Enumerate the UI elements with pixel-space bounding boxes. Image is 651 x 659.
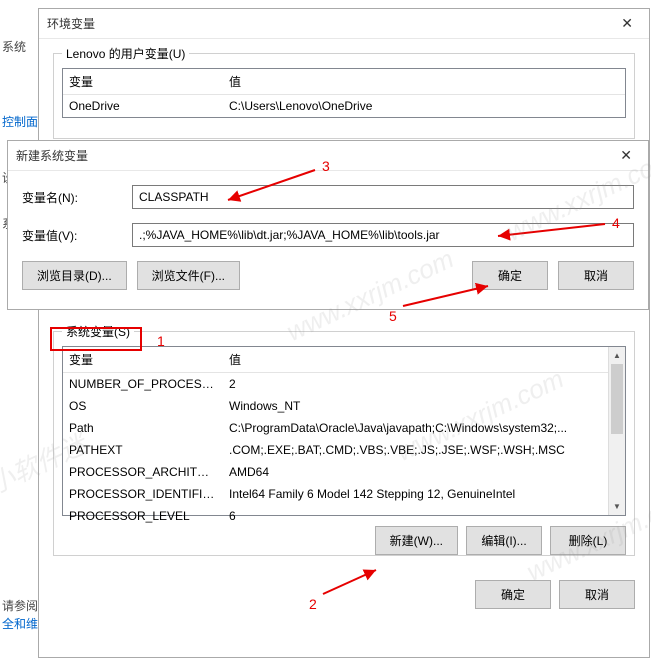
- var-name-label: 变量名(N):: [22, 189, 132, 206]
- col-header-var[interactable]: 变量: [63, 69, 223, 94]
- table-row[interactable]: PROCESSOR_ARCHITECT...AMD64: [63, 461, 625, 483]
- cell-var: OS: [63, 397, 223, 415]
- annotation-1: 1: [157, 333, 165, 349]
- sidebar-system: 系统: [2, 38, 26, 55]
- table-row[interactable]: OSWindows_NT: [63, 395, 625, 417]
- cell-val: 6: [223, 507, 625, 525]
- close-icon[interactable]: ✕: [612, 147, 640, 164]
- cell-var: PATHEXT: [63, 441, 223, 459]
- env-title: 环境变量: [47, 15, 95, 32]
- browse-dir-button[interactable]: 浏览目录(D)...: [22, 261, 127, 290]
- scroll-up-icon[interactable]: ▲: [609, 347, 625, 364]
- sys-vars-fieldset: 系统变量(S) 变量 值 NUMBER_OF_PROCESSORS2OSWind…: [53, 331, 635, 556]
- cell-val: .COM;.EXE;.BAT;.CMD;.VBS;.VBE;.JS;.JSE;.…: [223, 441, 625, 459]
- cell-val: C:\ProgramData\Oracle\Java\javapath;C:\W…: [223, 419, 625, 437]
- table-row[interactable]: PROCESSOR_LEVEL6: [63, 505, 625, 527]
- table-row[interactable]: PROCESSOR_IDENTIFIERIntel64 Family 6 Mod…: [63, 483, 625, 505]
- cell-val: Windows_NT: [223, 397, 625, 415]
- newvar-title: 新建系统变量: [16, 147, 88, 164]
- browse-file-button[interactable]: 浏览文件(F)...: [137, 261, 240, 290]
- cell-var: PROCESSOR_LEVEL: [63, 507, 223, 525]
- annotation-3: 3: [322, 158, 330, 174]
- col-header-val[interactable]: 值: [223, 69, 625, 94]
- cancel-button[interactable]: 取消: [558, 261, 634, 290]
- ok-button[interactable]: 确定: [472, 261, 548, 290]
- sidebar-ref: 请参阅: [2, 597, 38, 614]
- annotation-2: 2: [309, 596, 317, 612]
- table-row[interactable]: PATHEXT.COM;.EXE;.BAT;.CMD;.VBS;.VBE;.JS…: [63, 439, 625, 461]
- scrollbar[interactable]: ▲ ▼: [608, 347, 625, 515]
- cell-var: NUMBER_OF_PROCESSORS: [63, 375, 223, 393]
- cell-var: PROCESSOR_ARCHITECT...: [63, 463, 223, 481]
- var-name-input[interactable]: [132, 185, 634, 209]
- table-row[interactable]: PathC:\ProgramData\Oracle\Java\javapath;…: [63, 417, 625, 439]
- env-titlebar: 环境变量 ✕: [39, 9, 649, 39]
- cell-val: 2: [223, 375, 625, 393]
- delete-button[interactable]: 删除(L): [550, 526, 626, 555]
- var-value-label: 变量值(V):: [22, 227, 132, 244]
- close-icon[interactable]: ✕: [613, 15, 641, 32]
- cancel-button[interactable]: 取消: [559, 580, 635, 609]
- var-value-input[interactable]: [132, 223, 634, 247]
- cell-var: PROCESSOR_IDENTIFIER: [63, 485, 223, 503]
- user-vars-table[interactable]: 变量 值 OneDrive C:\Users\Lenovo\OneDrive: [62, 68, 626, 118]
- annotation-4: 4: [612, 215, 620, 231]
- sidebar-security[interactable]: 全和维: [2, 615, 38, 632]
- scroll-down-icon[interactable]: ▼: [609, 498, 625, 515]
- scroll-thumb[interactable]: [611, 364, 623, 434]
- cell-val: Intel64 Family 6 Model 142 Stepping 12, …: [223, 485, 625, 503]
- table-row[interactable]: OneDrive C:\Users\Lenovo\OneDrive: [63, 95, 625, 117]
- table-row[interactable]: NUMBER_OF_PROCESSORS2: [63, 373, 625, 395]
- cell-val: C:\Users\Lenovo\OneDrive: [223, 97, 625, 115]
- col-header-val[interactable]: 值: [223, 347, 625, 372]
- cell-val: AMD64: [223, 463, 625, 481]
- annotation-box-1: [50, 327, 142, 351]
- ok-button[interactable]: 确定: [475, 580, 551, 609]
- annotation-5: 5: [389, 308, 397, 324]
- cell-var: OneDrive: [63, 97, 223, 115]
- cell-var: Path: [63, 419, 223, 437]
- sys-vars-table[interactable]: 变量 值 NUMBER_OF_PROCESSORS2OSWindows_NTPa…: [62, 346, 626, 516]
- new-button[interactable]: 新建(W)...: [375, 526, 458, 555]
- user-vars-fieldset: Lenovo 的用户变量(U) 变量 值 OneDrive C:\Users\L…: [53, 53, 635, 139]
- edit-button[interactable]: 编辑(I)...: [466, 526, 542, 555]
- user-vars-legend: Lenovo 的用户变量(U): [62, 45, 189, 62]
